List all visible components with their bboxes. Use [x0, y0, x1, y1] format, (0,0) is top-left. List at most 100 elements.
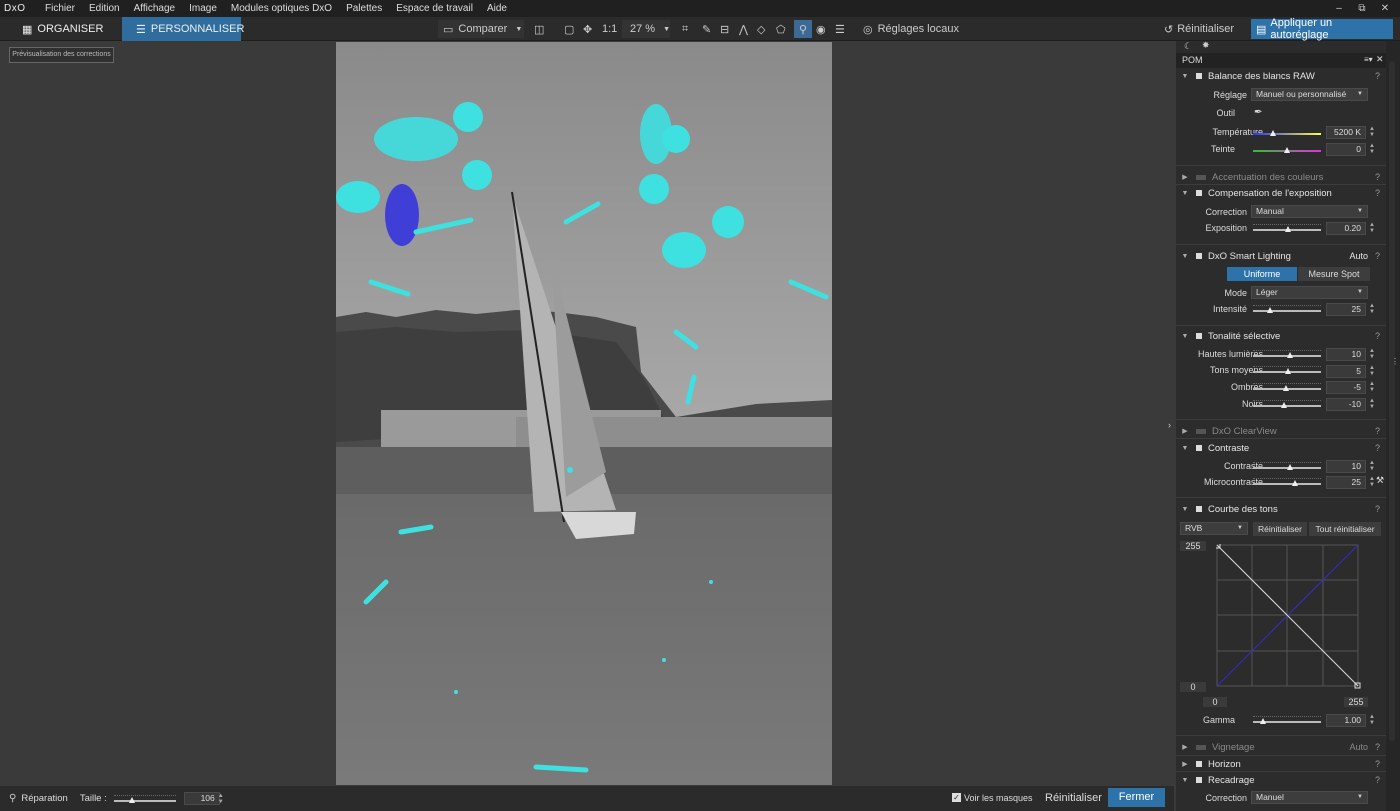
temperature-knob[interactable] [1270, 130, 1277, 136]
section-selective-tone[interactable]: ▼ Tonalité sélective? [1176, 328, 1386, 344]
midtones-value[interactable]: 5 [1326, 365, 1366, 378]
mode-spot-button[interactable]: Mesure Spot [1298, 267, 1370, 281]
reset-repair-button[interactable]: Réinitialiser [1045, 792, 1102, 804]
help-icon[interactable]: ? [1375, 775, 1380, 785]
shadows-slider[interactable] [1253, 382, 1321, 392]
section-enable-checkbox[interactable] [1196, 744, 1206, 750]
section-crop[interactable]: ▼ Recadrage? [1176, 772, 1386, 788]
microcontrast-value[interactable]: 25 [1326, 476, 1366, 489]
repair-icon[interactable]: ⚲ [794, 20, 812, 38]
minimize-button[interactable]: ‒ [1328, 0, 1350, 17]
midtones-knob[interactable] [1285, 368, 1292, 374]
section-enable-checkbox[interactable] [1196, 253, 1202, 259]
microcontrast-spinner-icon[interactable]: ▲ ▼ [1369, 476, 1375, 488]
menu-palettes[interactable]: Palettes [339, 0, 389, 17]
section-horizon[interactable]: ▶ Horizon? [1176, 756, 1386, 772]
zoom-select[interactable]: 27 % ▼ [622, 20, 670, 38]
section-smart-lighting[interactable]: ▼ DxO Smart Lighting Auto? [1176, 248, 1386, 264]
shadows-spinner-icon[interactable]: ▲ ▼ [1369, 381, 1375, 393]
section-white-balance[interactable]: ▼ Balance des blancs RAW? [1176, 68, 1386, 84]
shadows-value[interactable]: -5 [1326, 381, 1366, 394]
local-adjustments-button[interactable]: ◎ Réglages locaux [863, 20, 959, 38]
help-icon[interactable]: ? [1375, 331, 1380, 341]
intensity-value[interactable]: 25 [1326, 303, 1366, 316]
wb-setting-select[interactable]: Manuel ou personnalisé [1251, 88, 1368, 101]
contrast-slider[interactable] [1253, 461, 1321, 471]
menu-aide[interactable]: Aide [480, 0, 514, 17]
highlights-value[interactable]: 10 [1326, 348, 1366, 361]
crop-correction-select[interactable]: Manuel [1251, 791, 1368, 804]
section-enable-checkbox[interactable] [1196, 761, 1202, 767]
palette-close-icon[interactable]: ✕ [1376, 54, 1384, 65]
help-icon[interactable]: ? [1375, 426, 1380, 436]
smart-mode-select[interactable]: Léger [1251, 286, 1368, 299]
panel-scrollbar[interactable]: ⋮ [1386, 41, 1400, 811]
eyedropper-icon[interactable]: ✎ [702, 20, 711, 38]
exposure-slider[interactable] [1253, 223, 1321, 233]
help-icon[interactable]: ? [1375, 251, 1380, 261]
frame-icon[interactable]: ▢ [564, 20, 574, 38]
curve-x-max[interactable]: 255 [1344, 697, 1368, 707]
menu-affichage[interactable]: Affichage [127, 0, 183, 17]
help-icon[interactable]: ? [1375, 71, 1380, 81]
size-slider[interactable] [113, 794, 176, 804]
tab-personnaliser[interactable]: ☰ PERSONNALISER [122, 17, 244, 41]
microcontrast-slider[interactable] [1253, 477, 1321, 487]
section-clearview[interactable]: ▶ DxO ClearView? [1176, 423, 1386, 439]
close-button[interactable]: Fermer [1108, 788, 1165, 807]
highlights-spinner-icon[interactable]: ▲ ▼ [1369, 348, 1375, 360]
help-icon[interactable]: ? [1375, 742, 1380, 752]
midtones-spinner-icon[interactable]: ▲ ▼ [1369, 365, 1375, 377]
tab-organiser[interactable]: ▦ ORGANISER [22, 17, 103, 41]
temperature-spinner-icon[interactable]: ▲ ▼ [1369, 126, 1375, 138]
section-enable-checkbox[interactable] [1196, 428, 1206, 434]
intensity-slider[interactable] [1253, 304, 1321, 314]
section-enable-checkbox[interactable] [1196, 174, 1206, 180]
blacks-value[interactable]: -10 [1326, 398, 1366, 411]
curve-reset-button[interactable]: Réinitialiser [1253, 522, 1307, 536]
exposure-spinner-icon[interactable]: ▲ ▼ [1369, 222, 1375, 234]
section-tone-curve[interactable]: ▼ Courbe des tons? [1176, 501, 1386, 517]
size-value[interactable]: 106 [183, 792, 220, 805]
crop-icon[interactable]: ⌗ [682, 20, 688, 38]
intensity-knob[interactable] [1267, 307, 1273, 313]
menu-modules[interactable]: Modules optiques DxO [224, 0, 339, 17]
exposure-knob[interactable] [1285, 226, 1292, 232]
tint-value[interactable]: 0 [1326, 143, 1366, 156]
red-eye-icon[interactable]: ☰ [835, 20, 845, 38]
perspective-icon[interactable]: ⋀ [739, 20, 748, 38]
close-window-button[interactable]: ✕ [1374, 0, 1396, 17]
section-color-accentuation[interactable]: ▶ Accentuation des couleurs? [1176, 169, 1386, 185]
highlights-knob[interactable] [1287, 352, 1294, 358]
curve-y-min[interactable]: 0 [1180, 682, 1206, 692]
apply-preset-button[interactable]: ▤ Appliquer un autoréglage [1251, 17, 1393, 41]
blacks-slider[interactable] [1253, 399, 1321, 409]
split-view-icon[interactable]: ◫ [534, 20, 544, 38]
show-masks-checkbox[interactable]: ✓ [952, 793, 961, 802]
highlights-slider[interactable] [1253, 349, 1321, 359]
menu-image[interactable]: Image [182, 0, 224, 17]
menu-fichier[interactable]: Fichier [38, 0, 82, 17]
shadows-knob[interactable] [1282, 385, 1289, 391]
moon-icon[interactable]: ☾ [1184, 41, 1192, 52]
blacks-knob[interactable] [1280, 402, 1287, 408]
tint-knob[interactable] [1284, 147, 1290, 153]
perspective-8pt-icon[interactable]: ⬠ [776, 20, 786, 38]
temperature-slider[interactable] [1253, 127, 1321, 137]
temperature-value[interactable]: 5200 K [1326, 126, 1366, 139]
section-exposure[interactable]: ▼ Compensation de l'exposition? [1176, 185, 1386, 201]
gamma-knob[interactable] [1260, 718, 1267, 724]
gamma-slider[interactable] [1253, 715, 1321, 725]
curve-y-max[interactable]: 255 [1180, 541, 1206, 551]
magic-wand-icon[interactable]: ⚒ [1376, 475, 1384, 486]
section-enable-checkbox[interactable] [1196, 506, 1202, 512]
curve-x-min[interactable]: 0 [1203, 697, 1227, 707]
tint-spinner-icon[interactable]: ▲ ▼ [1369, 143, 1375, 155]
help-icon[interactable]: ? [1375, 188, 1380, 198]
zoom-ratio-button[interactable]: 1:1 [602, 20, 617, 38]
section-enable-checkbox[interactable] [1196, 777, 1202, 783]
eyedropper-icon[interactable]: ✒ [1254, 107, 1262, 118]
section-enable-checkbox[interactable] [1196, 73, 1202, 79]
exposure-correction-select[interactable]: Manual [1251, 205, 1368, 218]
help-icon[interactable]: ? [1375, 759, 1380, 769]
